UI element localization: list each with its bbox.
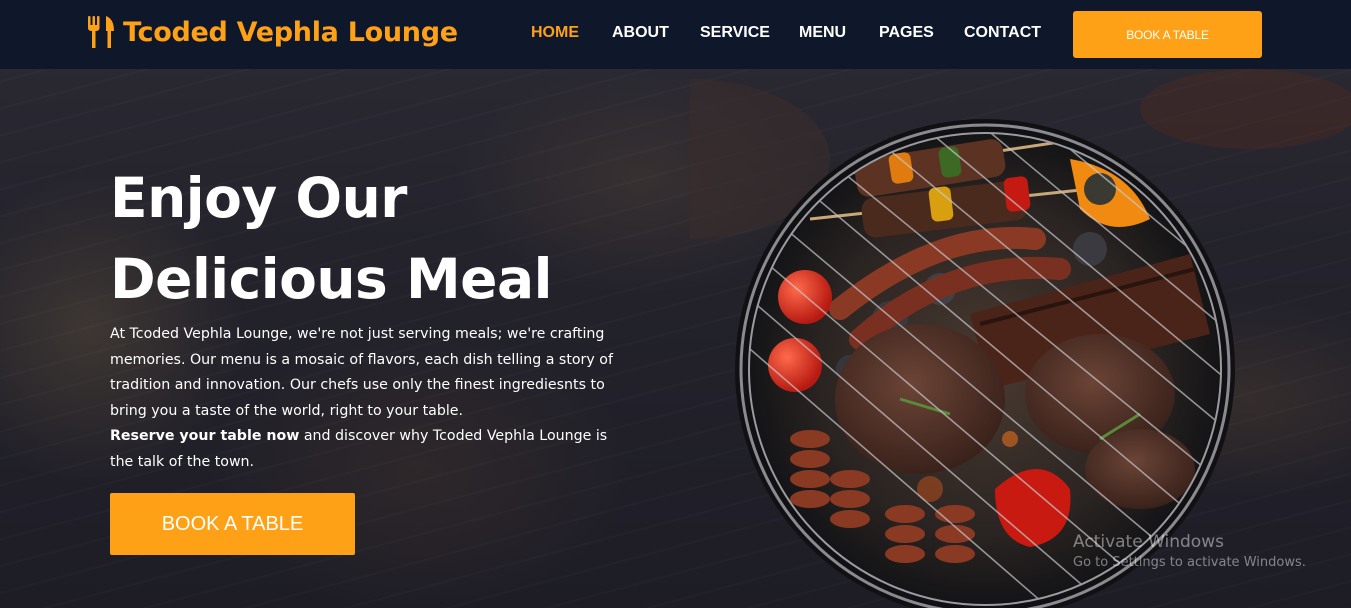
reserve-highlight: Reserve your table now [110,428,300,444]
windows-activation-watermark: Activate Windows Go to Settings to activ… [1073,532,1306,574]
nav-link-menu[interactable]: MENU [799,24,846,42]
hero-paragraph: At Tcoded Vephla Lounge, we're not just … [110,326,613,419]
hero-title-line-1: Enjoy Our [110,166,407,230]
nav-link-service[interactable]: SERVICE [700,24,770,42]
watermark-title: Activate Windows [1073,532,1224,552]
navbar: Tcoded Vephla Lounge HOME ABOUT SERVICE … [0,0,1351,69]
hero-title-line-2: Delicious Meal [110,247,552,311]
hero-description: At Tcoded Vephla Lounge, we're not just … [110,322,630,475]
nav-link-pages[interactable]: PAGES [879,24,934,42]
nav-link-home[interactable]: HOME [531,24,579,42]
nav-link-contact[interactable]: CONTACT [964,24,1041,42]
hero-title: Enjoy Our Delicious Meal [110,158,552,320]
grill-barbecue-image [690,69,1351,608]
nav-link-about[interactable]: ABOUT [612,24,669,42]
book-table-nav-button[interactable]: BOOK A TABLE [1073,11,1262,58]
watermark-subtitle: Go to Settings to activate Windows. [1073,555,1306,570]
page: Tcoded Vephla Lounge HOME ABOUT SERVICE … [0,0,1351,608]
book-table-hero-button[interactable]: BOOK A TABLE [110,493,355,555]
